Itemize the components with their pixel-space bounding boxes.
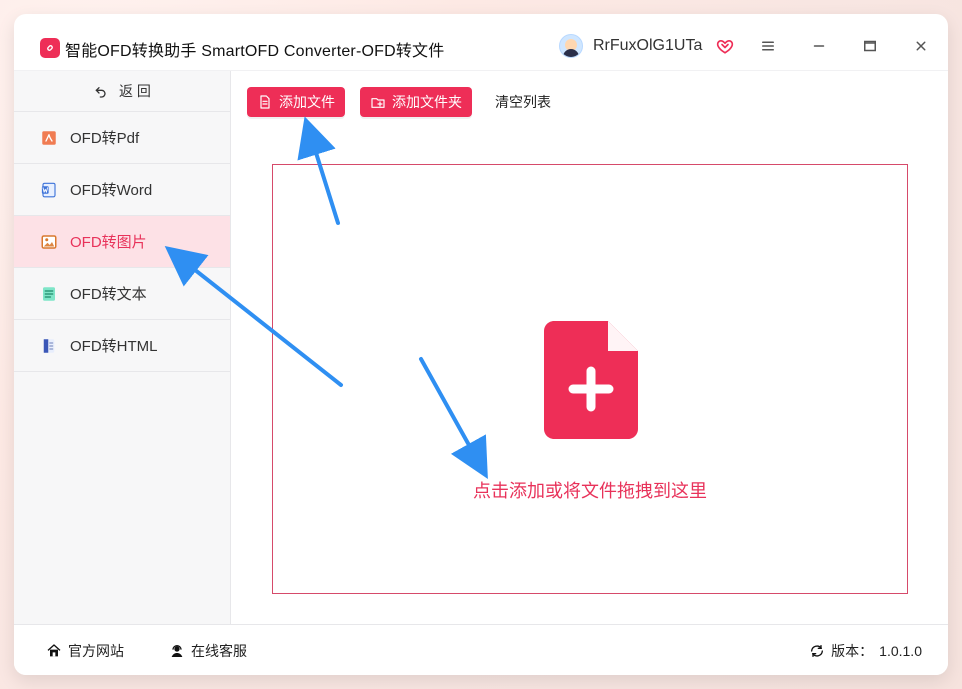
footer: 官方网站 在线客服 版本： 1.0.1.0 xyxy=(14,624,948,675)
version-prefix: 版本： xyxy=(831,643,874,659)
maximize-icon xyxy=(864,40,876,52)
add-file-label: 添加文件 xyxy=(279,94,335,110)
toolbar: 添加文件 添加文件夹 清空列表 xyxy=(247,87,551,117)
app-title: 智能OFD转换助手 SmartOFD Converter-OFD转文件 xyxy=(65,43,445,60)
pdf-icon xyxy=(40,129,58,147)
home-icon xyxy=(46,643,62,659)
sidebar-item-label: OFD转Pdf xyxy=(70,130,140,147)
content-area: 添加文件 添加文件夹 清空列表 点击添加或将文件拖拽到这里 xyxy=(231,71,948,624)
titlebar: 智能OFD转换助手 SmartOFD Converter-OFD转文件 RrFu… xyxy=(14,14,948,71)
back-label: 返 回 xyxy=(119,83,151,99)
sidebar-item-ofd-to-pdf[interactable]: OFD转Pdf xyxy=(14,112,230,164)
close-button[interactable] xyxy=(908,33,934,59)
app-logo xyxy=(40,38,60,58)
customer-service-icon xyxy=(169,643,185,659)
back-arrow-icon xyxy=(93,83,109,99)
image-icon xyxy=(40,233,58,251)
sidebar-item-label: OFD转文本 xyxy=(70,286,147,303)
menu-button[interactable] xyxy=(755,33,781,59)
html-icon xyxy=(40,337,58,355)
sidebar-item-label: OFD转Word xyxy=(70,182,153,199)
sidebar-item-label: OFD转HTML xyxy=(70,338,158,355)
avatar[interactable] xyxy=(559,34,583,58)
sidebar-item-ofd-to-html[interactable]: OFD转HTML xyxy=(14,320,230,372)
add-folder-label: 添加文件夹 xyxy=(392,94,462,110)
sidebar-item-label: OFD转图片 xyxy=(70,234,147,251)
minimize-button[interactable] xyxy=(806,33,832,59)
version-info: 版本： 1.0.1.0 xyxy=(809,641,922,661)
official-website-link[interactable]: 官方网站 xyxy=(46,641,124,661)
dropzone-hint: 点击添加或将文件拖拽到这里 xyxy=(473,481,707,501)
main-area: 返 回 OFD转Pdf OFD转Word OFD转图片 OFD转文本 OFD转H… xyxy=(14,71,948,624)
maximize-button[interactable] xyxy=(857,33,883,59)
add-folder-button[interactable]: 添加文件夹 xyxy=(360,87,472,117)
username[interactable]: RrFuxOlG1UTa xyxy=(593,37,702,55)
sidebar: 返 回 OFD转Pdf OFD转Word OFD转图片 OFD转文本 OFD转H… xyxy=(14,71,231,624)
sidebar-item-ofd-to-text[interactable]: OFD转文本 xyxy=(14,268,230,320)
clear-list-button[interactable]: 清空列表 xyxy=(495,92,551,112)
user-area[interactable]: RrFuxOlG1UTa xyxy=(559,34,734,58)
official-website-label: 官方网站 xyxy=(68,643,124,659)
back-button[interactable]: 返 回 xyxy=(14,71,230,112)
add-file-button[interactable]: 添加文件 xyxy=(247,87,345,117)
add-file-icon xyxy=(257,94,273,110)
add-folder-icon xyxy=(370,94,386,110)
close-icon xyxy=(916,41,926,51)
app-window: 智能OFD转换助手 SmartOFD Converter-OFD转文件 RrFu… xyxy=(14,14,948,675)
file-dropzone[interactable]: 点击添加或将文件拖拽到这里 xyxy=(272,164,908,594)
hamburger-icon xyxy=(762,41,774,51)
minimize-icon xyxy=(813,45,825,47)
text-icon xyxy=(40,285,58,303)
online-service-link[interactable]: 在线客服 xyxy=(169,641,247,661)
version-number: 1.0.1.0 xyxy=(879,643,922,659)
sidebar-item-ofd-to-image[interactable]: OFD转图片 xyxy=(14,216,230,268)
refresh-icon xyxy=(809,643,825,659)
online-service-label: 在线客服 xyxy=(191,643,247,659)
sidebar-item-ofd-to-word[interactable]: OFD转Word xyxy=(14,164,230,216)
vip-heart-icon[interactable] xyxy=(716,37,734,55)
link-icon xyxy=(47,45,53,51)
word-icon xyxy=(40,181,58,199)
add-document-icon xyxy=(544,321,638,439)
